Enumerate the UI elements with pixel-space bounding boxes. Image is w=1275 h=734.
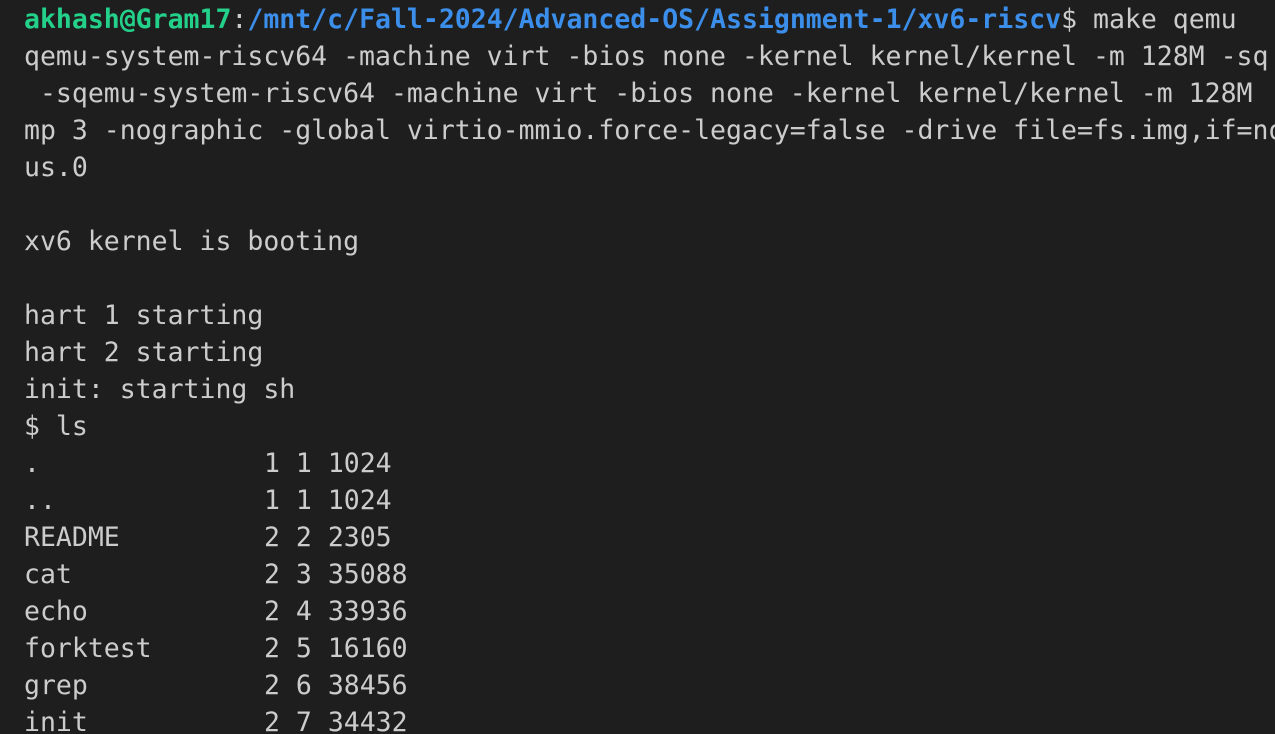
ls-entry: grep 2 6 38456 (24, 667, 1275, 704)
ls-entry: README 2 2 2305 (24, 519, 1275, 556)
ls-entry-stats: 2 2 2305 (264, 522, 392, 553)
ls-entry: echo 2 4 33936 (24, 593, 1275, 630)
ls-entry: cat 2 3 35088 (24, 556, 1275, 593)
output-line: -sqemu-system-riscv64 -machine virt -bio… (24, 78, 1253, 109)
output-line: init: starting sh (24, 374, 296, 405)
prompt-path: /mnt/c/Fall-2024/Advanced-OS/Assignment-… (247, 4, 1062, 35)
ls-entry-name: grep (24, 670, 88, 701)
ls-entry-name: README (24, 522, 120, 553)
output-line: qemu-system-riscv64 -machine virt -bios … (24, 41, 1269, 72)
ls-entry: init 2 7 34432 (24, 704, 1275, 734)
ls-entry-stats: 1 1 1024 (264, 448, 392, 479)
ls-entry-stats: 2 5 16160 (264, 633, 408, 664)
ls-entry-stats: 2 4 33936 (264, 596, 408, 627)
ls-entry-stats: 2 6 38456 (264, 670, 408, 701)
ls-entry-stats: 1 1 1024 (264, 485, 392, 516)
ls-entry-stats: 2 3 35088 (264, 559, 408, 590)
ls-entry-name: cat (24, 559, 72, 590)
ls-entry: .. 1 1 1024 (24, 482, 1275, 519)
prompt-separator: : (231, 4, 248, 35)
ls-entry: . 1 1 1024 (24, 445, 1275, 482)
terminal-window[interactable]: akhash@Gram17:/mnt/c/Fall-2024/Advanced-… (0, 0, 1275, 734)
prompt-user-host: akhash@Gram17 (24, 4, 232, 35)
output-line: us.0 (24, 152, 88, 183)
ls-entry-stats: 2 7 34432 (264, 707, 408, 734)
shell-command-line: $ ls (24, 411, 88, 442)
ls-entry-name: init (24, 707, 88, 734)
prompt-symbol: $ (1061, 4, 1078, 35)
prompt-command: make qemu (1077, 4, 1237, 35)
ls-entry: forktest 2 5 16160 (24, 630, 1275, 667)
ls-entry-name: echo (24, 596, 88, 627)
output-line: hart 2 starting (24, 337, 264, 368)
output-line: mp 3 -nographic -global virtio-mmio.forc… (24, 115, 1275, 146)
output-line: hart 1 starting (24, 300, 264, 331)
ls-entry-name: . (24, 448, 40, 479)
prompt-line: akhash@Gram17:/mnt/c/Fall-2024/Advanced-… (24, 1, 1275, 38)
output-line: xv6 kernel is booting (24, 226, 360, 257)
ls-entry-name: forktest (24, 633, 152, 664)
ls-entry-name: .. (24, 485, 56, 516)
